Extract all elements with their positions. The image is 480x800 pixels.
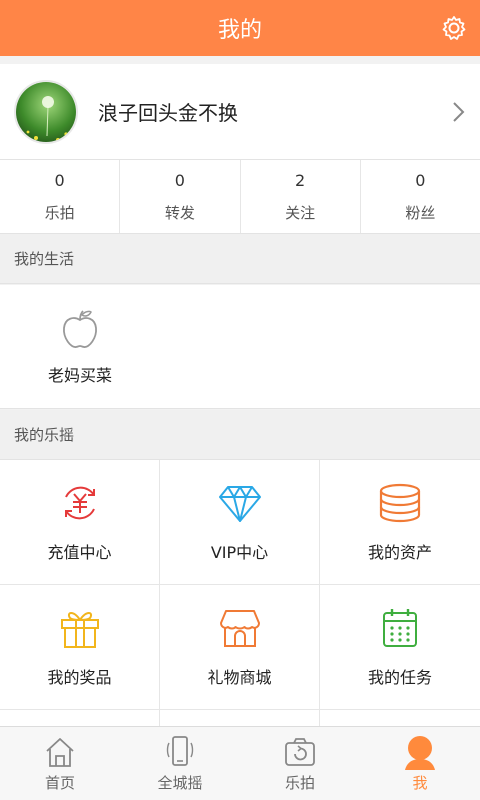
- tab-label: 全城摇: [157, 774, 203, 792]
- chevron-right-icon[interactable]: [448, 100, 468, 124]
- life-section: 老妈买菜: [0, 285, 480, 409]
- grid-item-prizes[interactable]: 我的奖品: [0, 585, 160, 710]
- stat-value: 0: [415, 170, 426, 190]
- grid-row-partial: [160, 710, 320, 726]
- grid-item-label: 我的资产: [367, 543, 432, 562]
- stat-lepai[interactable]: 0 乐拍: [0, 160, 121, 233]
- tab-me[interactable]: 我: [360, 727, 480, 800]
- gear-icon[interactable]: [440, 14, 468, 42]
- home-icon: [46, 738, 74, 767]
- stat-fensi[interactable]: 0 粉丝: [361, 160, 480, 233]
- life-item-laoma-maicai[interactable]: 老妈买菜: [0, 285, 160, 409]
- dandelion-avatar: [16, 81, 76, 142]
- grid-row-partial: [320, 710, 480, 726]
- phone-shake-icon: [166, 736, 194, 766]
- page-title: 我的: [217, 18, 262, 43]
- grid-item-label: 我的任务: [367, 668, 432, 687]
- calendar-icon: [383, 609, 417, 647]
- coin-stack-icon: [379, 483, 421, 523]
- grid-item-recharge[interactable]: 充值中心: [0, 460, 160, 585]
- grid-item-vip[interactable]: VIP中心: [160, 460, 320, 585]
- grid-item-label: 我的奖品: [47, 668, 112, 687]
- bottom-tab-bar: 首页 全城摇 乐拍 我: [0, 726, 480, 800]
- grid-item-label: VIP中心: [210, 543, 269, 562]
- stat-label: 关注: [285, 203, 316, 222]
- shop-icon: [219, 610, 260, 647]
- yao-grid: 充值中心 VIP中心 我的资产 我的奖品 礼物商城 我的任务: [0, 460, 480, 726]
- section-header-yao: 我的乐摇: [0, 410, 480, 460]
- stat-value: 0: [174, 170, 185, 190]
- stat-label: 粉丝: [405, 203, 436, 222]
- tab-city-shake[interactable]: 全城摇: [120, 727, 240, 800]
- tab-label: 首页: [44, 774, 75, 792]
- grid-item-gift-shop[interactable]: 礼物商城: [160, 585, 320, 710]
- tab-lepai[interactable]: 乐拍: [240, 727, 360, 800]
- profile-row[interactable]: 浪子回头金不换: [0, 64, 480, 160]
- section-header-life: 我的生活: [0, 234, 480, 284]
- grid-item-assets[interactable]: 我的资产: [320, 460, 480, 585]
- stats-bar: 0 乐拍 0 转发 2 关注 0 粉丝: [0, 160, 480, 234]
- grid-item-label: 充值中心: [47, 543, 112, 562]
- stat-value: 2: [295, 170, 306, 190]
- stat-zhuanfa[interactable]: 0 转发: [120, 160, 241, 233]
- stat-label: 乐拍: [44, 203, 75, 222]
- grid-item-label: 礼物商城: [207, 668, 272, 687]
- grid-row-partial: [0, 710, 160, 726]
- tab-label: 我: [412, 774, 428, 792]
- header-bar: 我的: [0, 0, 480, 56]
- diamond-icon: [218, 486, 261, 522]
- avatar[interactable]: [14, 79, 78, 144]
- tab-home[interactable]: 首页: [0, 727, 120, 800]
- gift-icon: [60, 612, 99, 648]
- stat-label: 转发: [164, 203, 195, 222]
- camera-icon: [285, 738, 315, 766]
- yuan-recharge-icon: [64, 486, 95, 520]
- stat-value: 0: [54, 170, 65, 190]
- username: 浪子回头金不换: [98, 101, 238, 125]
- person-icon: [405, 736, 435, 770]
- stat-guanzhu[interactable]: 2 关注: [241, 160, 361, 233]
- life-item-label: 老妈买菜: [47, 366, 112, 385]
- grid-item-tasks[interactable]: 我的任务: [320, 585, 480, 710]
- tab-label: 乐拍: [284, 774, 315, 792]
- apple-icon: [63, 310, 97, 348]
